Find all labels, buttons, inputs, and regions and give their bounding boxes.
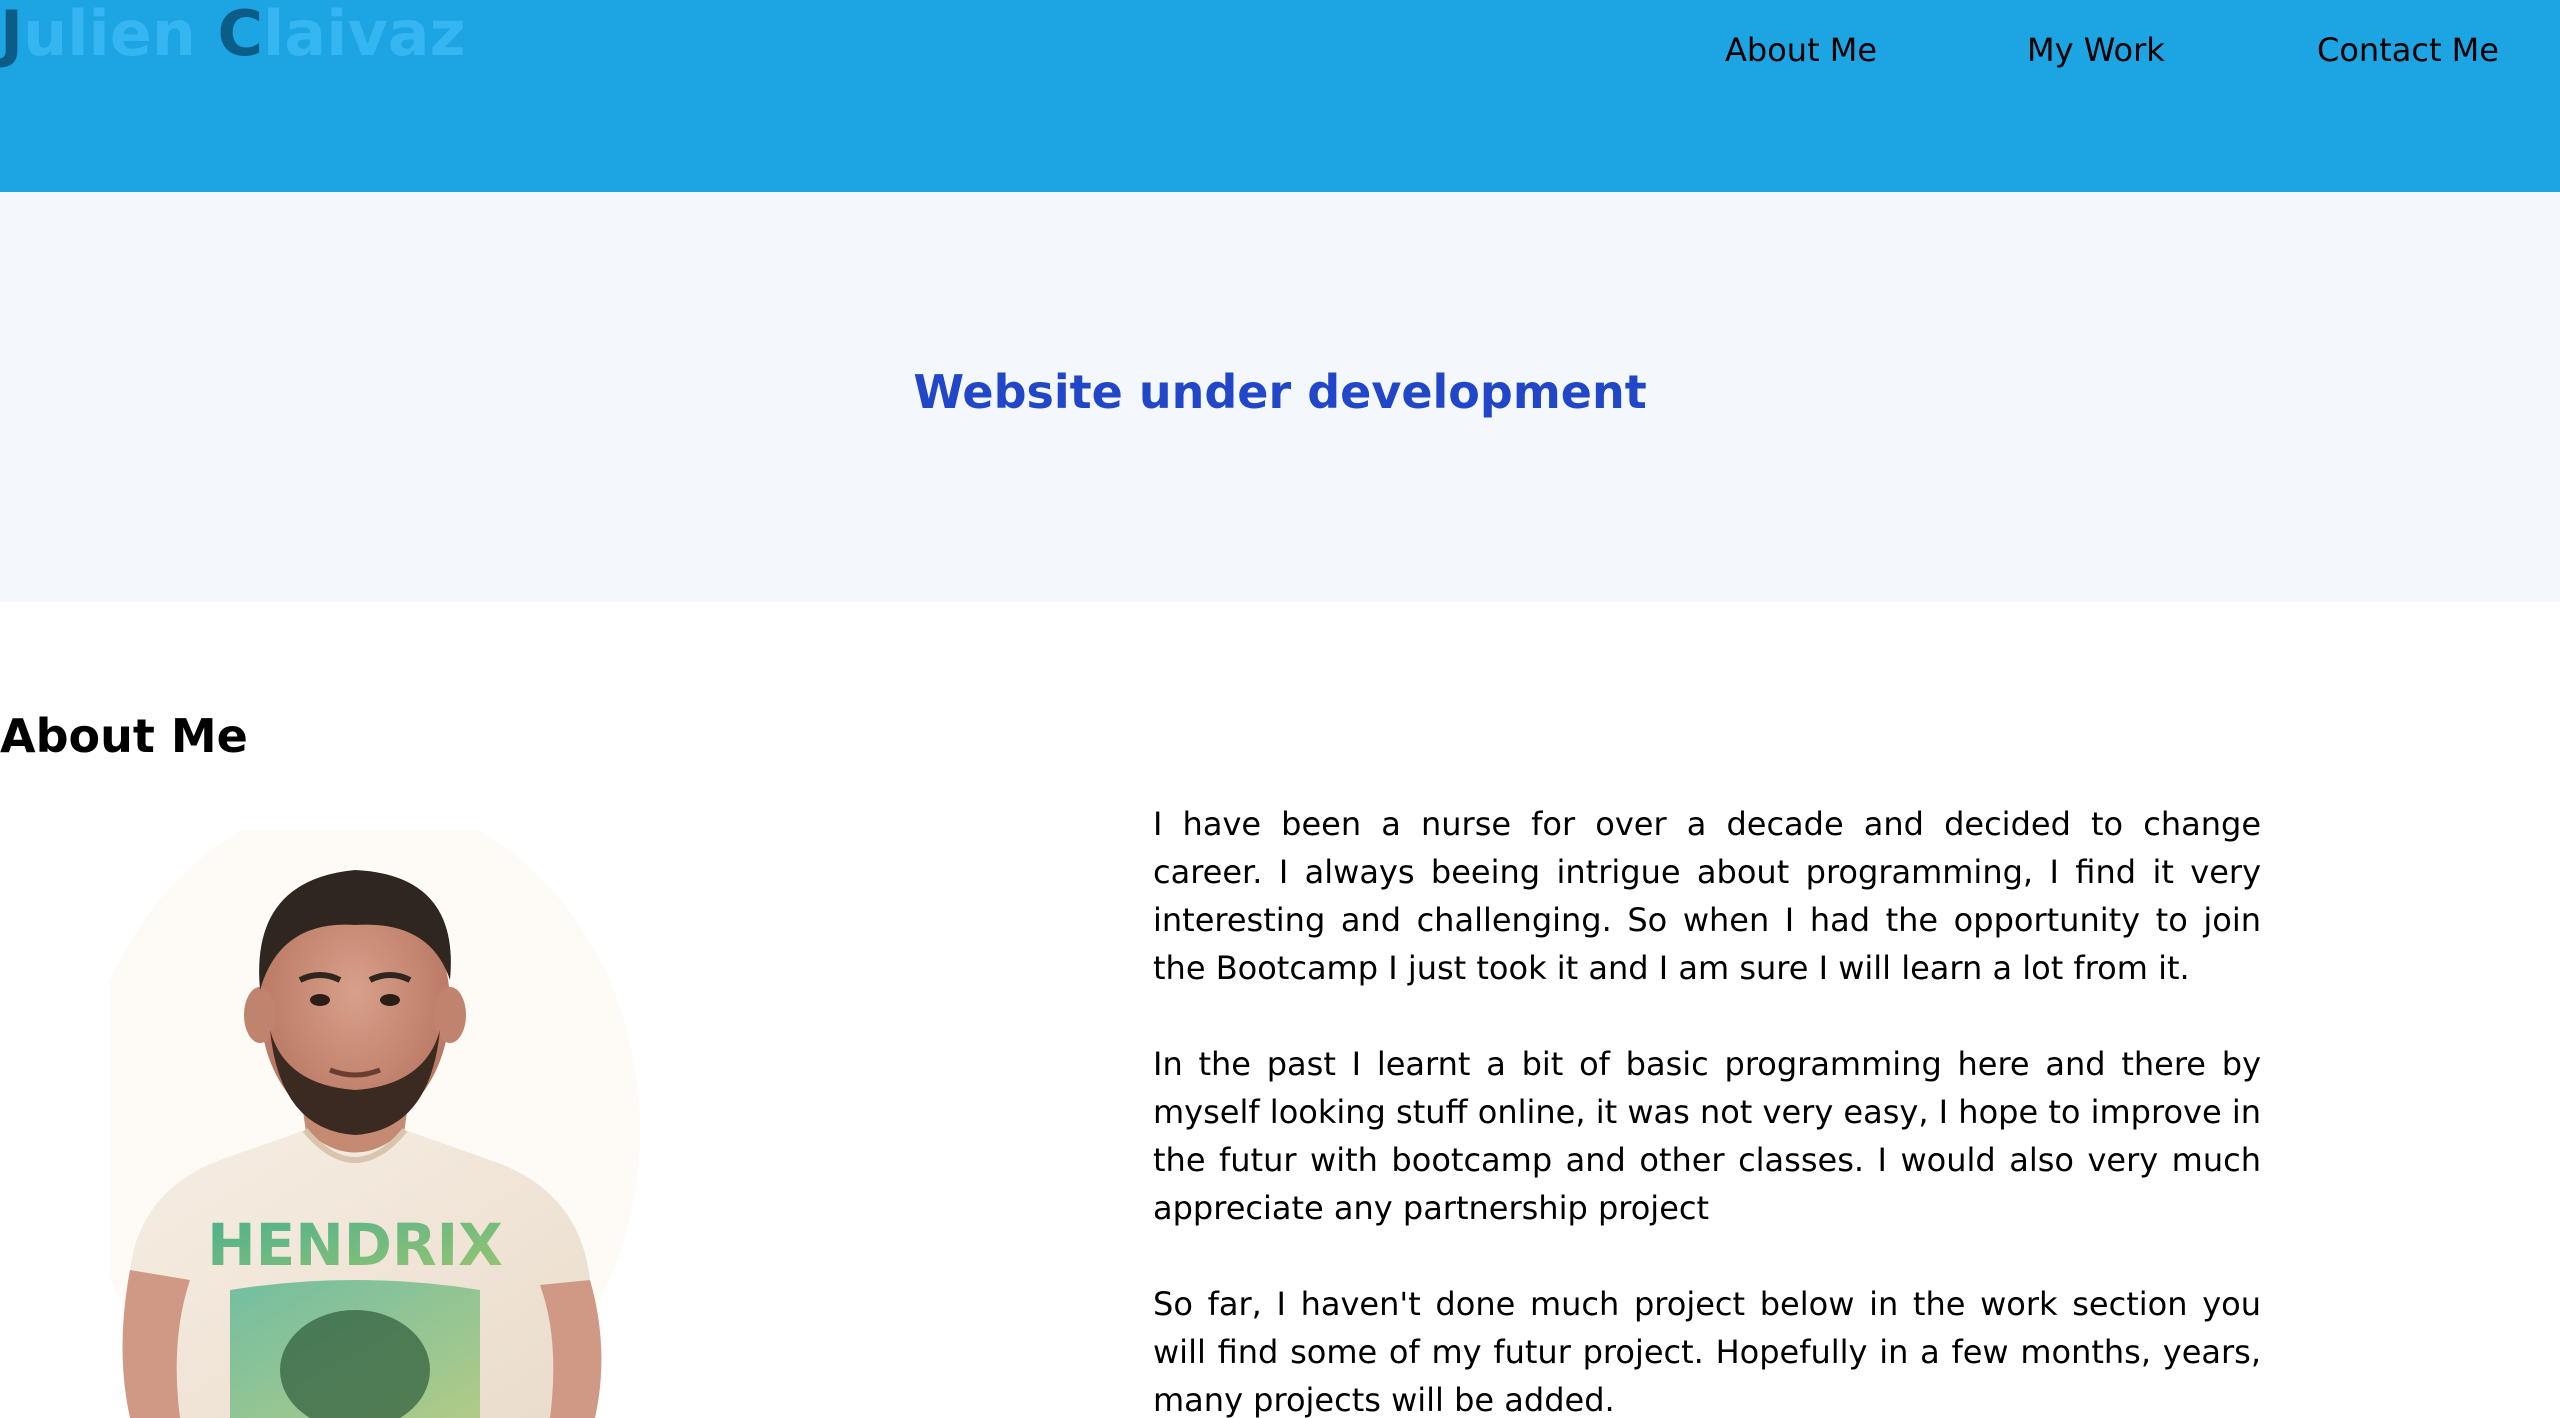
about-paragraph: So far, I haven't done much project belo…	[1153, 1285, 2261, 1418]
nav-my-work[interactable]: My Work	[2027, 28, 2165, 72]
banner-title: Website under development	[913, 365, 1647, 419]
page: Julien Claivaz About Me My Work Contact …	[0, 0, 2560, 1418]
about-paragraph: I have been a nurse for over a decade an…	[1153, 805, 2261, 987]
hero-banner: Website under development	[0, 192, 2560, 602]
main-nav: About Me My Work Contact Me	[0, 28, 2560, 72]
site-header: Julien Claivaz About Me My Work Contact …	[0, 0, 2560, 192]
nav-contact-me[interactable]: Contact Me	[2317, 28, 2499, 72]
about-text: I have been a nurse for over a decade an…	[1153, 800, 2261, 1418]
portrait-photo: HENDRIX	[110, 830, 640, 1418]
about-heading: About Me	[0, 709, 248, 763]
nav-about-me[interactable]: About Me	[1725, 28, 1877, 72]
shirt-print-text: HENDRIX	[207, 1211, 503, 1279]
about-paragraph: In the past I learnt a bit of basic prog…	[1153, 1045, 2261, 1227]
